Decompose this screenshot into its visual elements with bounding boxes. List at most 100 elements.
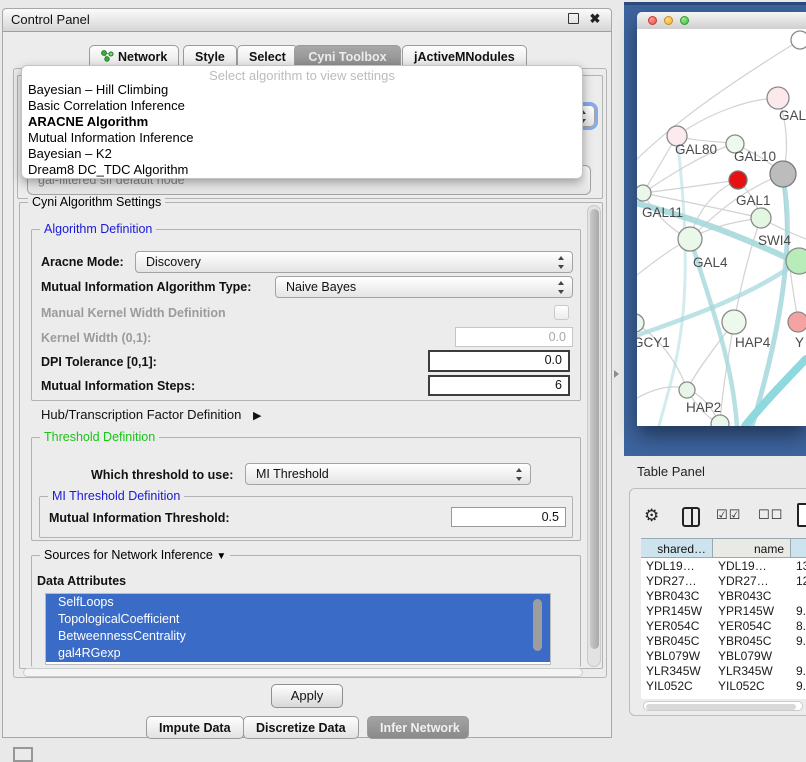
scrollbar-thumb[interactable] [646,704,796,710]
corner-widget[interactable] [13,747,33,762]
node-hap2[interactable] [679,382,695,398]
scrollbar-thumb[interactable] [590,209,599,649]
node-y[interactable] [788,312,806,332]
mi-algorithm-type-combo[interactable]: Naive Bayes [275,276,573,298]
node-gal7[interactable] [767,87,789,109]
which-threshold-combo[interactable]: MI Threshold [245,463,531,485]
mi-steps-field[interactable]: 6 [428,375,570,396]
cell: 9. [791,664,806,679]
tab-discretize-data[interactable]: Discretize Data [243,716,359,739]
algorithm-option[interactable]: Bayesian – Hill Climbing [28,82,576,98]
tab-select[interactable]: Select [237,45,298,67]
page-icon[interactable] [797,503,806,527]
apply-button[interactable]: Apply [271,684,343,708]
node-label: GAL11 [642,205,683,220]
node-gray[interactable] [770,161,796,187]
cell: 13 [791,559,806,574]
attribute-item[interactable]: TopologicalCoefficient [46,611,550,628]
dpi-tolerance-field[interactable]: 0.0 [428,350,570,372]
cell: YPR145W [713,604,791,619]
mi-threshold-field[interactable]: 0.5 [451,507,566,527]
settings-vertical-scrollbar[interactable] [587,205,601,667]
checked-checkboxes-icon[interactable]: ☑☑ [716,508,741,523]
cell: YLR345W [641,664,713,679]
gear-icon[interactable]: ⚙ [644,506,659,526]
attribute-item[interactable]: SelfLoops [46,594,550,611]
combo-spinner-icon [516,468,523,481]
mac-close-icon[interactable] [648,16,657,25]
node-hap4[interactable] [722,310,746,334]
node-gal4[interactable] [678,227,702,251]
attribute-item[interactable]: gal4RGexp [46,645,550,662]
tab-infer-network[interactable]: Infer Network [367,716,469,739]
node-swi4[interactable] [786,248,806,274]
mac-minimize-icon[interactable] [664,16,673,25]
node-gal1[interactable] [751,208,771,228]
node[interactable] [711,415,729,426]
algorithm-option[interactable]: Mutual Information Inference [28,130,576,146]
close-panel-icon[interactable]: ✖ [589,13,601,25]
node-label: SWI4 [758,233,791,248]
network-window-titlebar[interactable] [637,12,806,30]
column-header-shared-name[interactable]: shared… [641,538,713,558]
settings-horizontal-scrollbar[interactable] [23,668,583,677]
float-window-icon[interactable] [568,13,579,24]
combo-value: Naive Bayes [286,280,356,294]
column-header-partial[interactable] [791,538,806,558]
tab-impute-data[interactable]: Impute Data [146,716,244,739]
attribute-item[interactable]: BetweennessCentrality [46,628,550,645]
data-attributes-list[interactable]: SelfLoops TopologicalCoefficient Between… [45,593,551,665]
tab-cyni-toolbox[interactable]: Cyni Toolbox [294,45,401,67]
network-canvas[interactable]: GAL GAL80 GAL10 GAL11 GAL1 SWI4 GAL4 GCY… [637,29,806,426]
cell: YLR345W [713,664,791,679]
divider-caret-icon[interactable] [614,370,619,378]
algorithm-dropdown-popup: Select algorithm to view settings Bayesi… [21,65,583,179]
node[interactable] [791,31,806,49]
tab-network[interactable]: Network [89,45,179,67]
group-title: MI Threshold Definition [48,489,184,503]
tab-label: Discretize Data [256,721,346,735]
hub-definition-label: Hub/Transcription Factor Definition [41,407,241,422]
data-attributes-label: Data Attributes [37,574,126,588]
aracne-mode-combo[interactable]: Discovery [135,251,573,273]
hub-definition-toggle[interactable]: Hub/Transcription Factor Definition ▶ [41,407,261,422]
algorithm-option[interactable]: Dream8 DC_TDC Algorithm [28,162,576,178]
network-window[interactable]: GAL GAL80 GAL10 GAL11 GAL1 SWI4 GAL4 GCY… [637,12,806,426]
node-selected-red[interactable] [729,171,747,189]
panel-title: Control Panel [11,12,90,27]
algorithm-option-selected[interactable]: ARACNE Algorithm [28,114,576,130]
cell: YBR045C [713,634,791,649]
combo-spinner-icon [558,256,565,269]
cell: 9. [791,679,806,694]
manual-kernel-checkbox[interactable] [554,305,569,320]
columns-icon[interactable] [682,507,700,527]
node-label: GAL10 [734,149,776,164]
dpi-tolerance-label: DPI Tolerance [0,1]: [41,355,157,369]
tab-label: jActiveMNodules [414,50,515,64]
tab-label: Style [195,50,225,64]
node-label: HAP2 [686,400,721,415]
cell: 12 [791,574,806,589]
algorithm-option[interactable]: Bayesian – K2 [28,146,576,162]
mac-zoom-icon[interactable] [680,16,689,25]
node-gal11[interactable] [637,185,651,201]
cell: YBR043C [713,589,791,604]
table-horizontal-scrollbar[interactable] [643,701,803,711]
cell: YDL19… [713,559,791,574]
tab-style[interactable]: Style [183,45,237,67]
column-header-name[interactable]: name [713,538,791,558]
cell: 9. [791,634,806,649]
list-scrollbar-thumb[interactable] [533,599,542,651]
screen: { "control_panel": { "title": "Control P… [0,0,806,762]
cell: YBR045C [641,634,713,649]
algorithm-option[interactable]: Basic Correlation Inference [28,98,576,114]
unchecked-checkboxes-icon[interactable]: ☐☐ [758,508,783,523]
which-threshold-label: Which threshold to use: [91,468,233,482]
tab-jactivemnodules[interactable]: jActiveMNodules [402,45,527,67]
node-table[interactable]: shared… name YDL19… YDL19… 13 YDR27… YDR… [641,538,806,699]
node-gcy1[interactable] [637,314,644,332]
aracne-mode-label: Aracne Mode: [41,255,124,269]
sources-toggle[interactable]: Sources for Network Inference ▼ [40,548,230,562]
tab-label: Impute Data [159,721,231,735]
kernel-width-field[interactable]: 0.0 [455,327,573,347]
